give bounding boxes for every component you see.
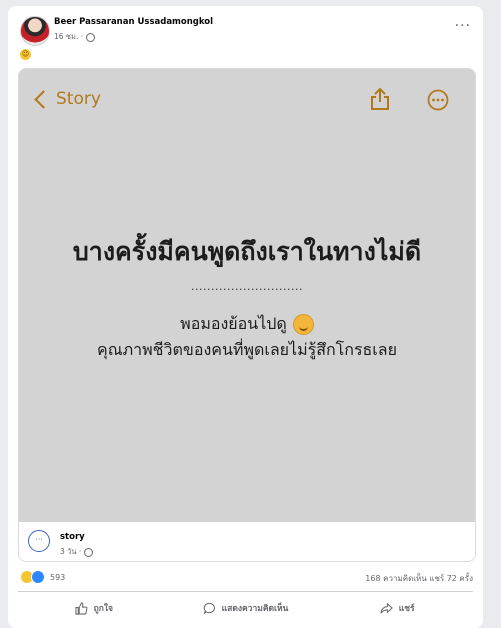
author-avatar[interactable] [20, 16, 50, 46]
divider [18, 591, 473, 592]
smirk-emoji-icon [292, 314, 314, 335]
author-name[interactable]: Beer Passaranan Ussadamongkol [54, 17, 213, 27]
share-label: แชร์ [398, 604, 415, 614]
thumbs-up-icon [75, 601, 88, 615]
post-body-emoji: ☺ [20, 49, 31, 60]
more-options-icon[interactable]: ··· [455, 18, 471, 34]
story-back-button: Story [33, 89, 101, 109]
share-arrow-icon [380, 602, 393, 613]
comment-icon [203, 602, 215, 614]
image-dots: ............................ [191, 280, 303, 293]
comment-label: แสดงความคิดเห็น [221, 604, 289, 614]
more-circle-icon [427, 89, 449, 111]
shared-post[interactable]: Story บางครั้งมีคนพูดถึงเราในทางไม่ดี ..… [18, 68, 476, 562]
reaction-count: 593 [50, 572, 66, 582]
like-button[interactable]: ถูกใจ [18, 595, 170, 621]
shared-image[interactable]: Story บางครั้งมีคนพูดถึงเราในทางไม่ดี ..… [19, 69, 475, 522]
image-line-2: พอมองย้อนไปดู [19, 312, 475, 337]
post-card: Beer Passaranan Ussadamongkol 16 ชม. · ·… [8, 6, 483, 628]
like-label: ถูกใจ [93, 604, 114, 614]
share-icon [371, 87, 389, 110]
source-time[interactable]: 3 วัน · [60, 546, 81, 558]
story-back-label: Story [56, 89, 101, 109]
post-time[interactable]: 16 ชม. · [54, 31, 83, 43]
share-button[interactable]: แชร์ [321, 595, 473, 621]
globe-icon [84, 547, 94, 557]
image-headline: บางครั้งมีคนพูดถึงเราในทางไม่ดี [72, 237, 422, 266]
like-reaction-icon [31, 570, 45, 584]
chevron-left-icon [34, 89, 53, 109]
image-line-2-text: พอมองย้อนไปดู [180, 314, 287, 333]
reaction-summary[interactable]: 593 [20, 570, 65, 584]
post-meta: 16 ชม. · [54, 31, 96, 43]
source-avatar[interactable]: ··· [28, 530, 50, 552]
source-meta: 3 วัน · [60, 546, 94, 558]
globe-icon [86, 32, 96, 42]
source-name[interactable]: story [60, 532, 85, 542]
image-line-3: คุณภาพชีวิตของคนที่พูดเลยไม่รู้สึกโกรธเล… [97, 340, 397, 359]
source-bar[interactable]: ··· story 3 วัน · [19, 522, 475, 561]
action-bar: ถูกใจ แสดงความคิดเห็น แชร์ [18, 595, 473, 621]
comments-shares-count[interactable]: 168 ความคิดเห็น แชร์ 72 ครั้ง [365, 572, 473, 585]
comment-button[interactable]: แสดงความคิดเห็น [170, 595, 322, 621]
